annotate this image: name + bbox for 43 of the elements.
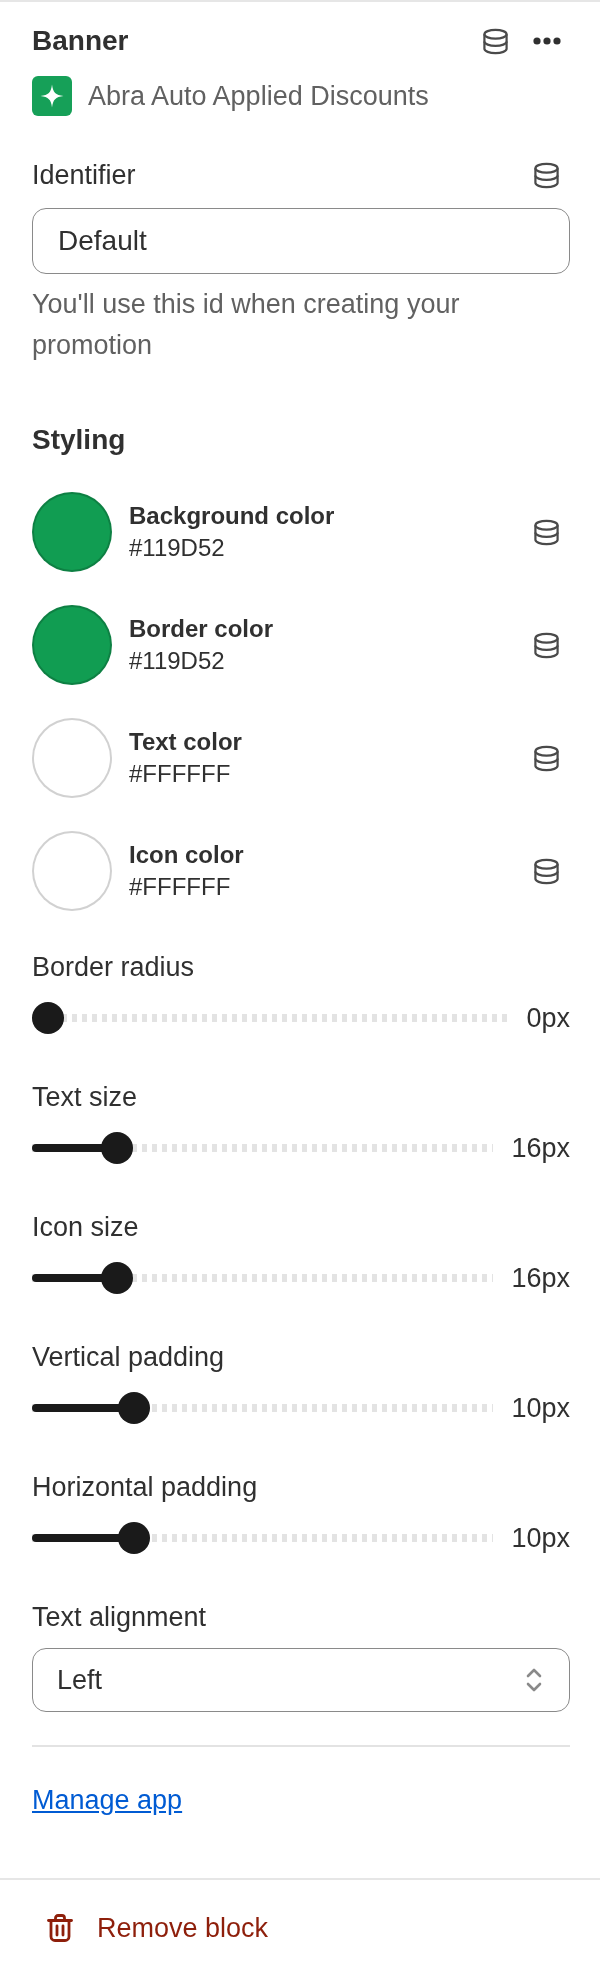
field-label: Vertical padding (32, 1341, 226, 1374)
color-setting-label: Icon color (129, 840, 244, 870)
database-icon[interactable] (533, 744, 560, 772)
remove-block-button[interactable]: Remove block (47, 1908, 269, 1948)
ellipsis-icon[interactable] (533, 37, 561, 45)
database-icon[interactable] (533, 857, 560, 885)
sparkle-icon (32, 76, 72, 116)
field-label: Horizontal padding (32, 1471, 259, 1504)
alignment-select[interactable]: Left (32, 1648, 570, 1712)
field-label: Identifier (32, 159, 136, 192)
slider-handle[interactable] (117, 1522, 150, 1554)
help-text: You'll use this id when creating your promotion (32, 288, 461, 362)
hex-value: #FFFFFF (129, 872, 232, 902)
slider-handle[interactable] (100, 1262, 133, 1294)
manage-app-link[interactable]: Manage app (32, 1780, 183, 1820)
hex-value: #119D52 (129, 533, 226, 563)
color-setting-label: Text color (129, 727, 242, 757)
hex-value: #119D52 (129, 646, 226, 676)
slider-handle[interactable] (100, 1132, 133, 1164)
slider-handle[interactable] (117, 1392, 150, 1424)
block-title: Banner (32, 24, 129, 58)
database-icon[interactable] (533, 631, 560, 659)
color-setting-label: Background color (129, 501, 335, 531)
slider-value: 16px (511, 1262, 570, 1295)
section-heading: Styling (32, 423, 127, 457)
slider-value: 10px (511, 1392, 570, 1425)
slider-value: 16px (511, 1132, 570, 1165)
identifier-input[interactable]: Default (32, 208, 570, 274)
field-label: Border radius (32, 951, 196, 984)
field-label: Icon size (32, 1211, 140, 1244)
color-setting-label: Border color (129, 614, 274, 644)
slider-value: 10px (511, 1522, 570, 1555)
field-label: Text size (32, 1081, 139, 1114)
chevron-up-down-icon (525, 1667, 543, 1693)
trash-icon (47, 1914, 73, 1942)
app-name: Abra Auto Applied Discounts (88, 80, 429, 113)
slider-value: 0px (526, 1002, 570, 1035)
field-label: Text alignment (32, 1601, 208, 1634)
slider-handle[interactable] (32, 1002, 64, 1034)
hex-value: #FFFFFF (129, 759, 232, 789)
database-icon[interactable] (533, 518, 560, 546)
database-icon[interactable] (482, 27, 509, 55)
database-icon[interactable] (533, 161, 560, 189)
